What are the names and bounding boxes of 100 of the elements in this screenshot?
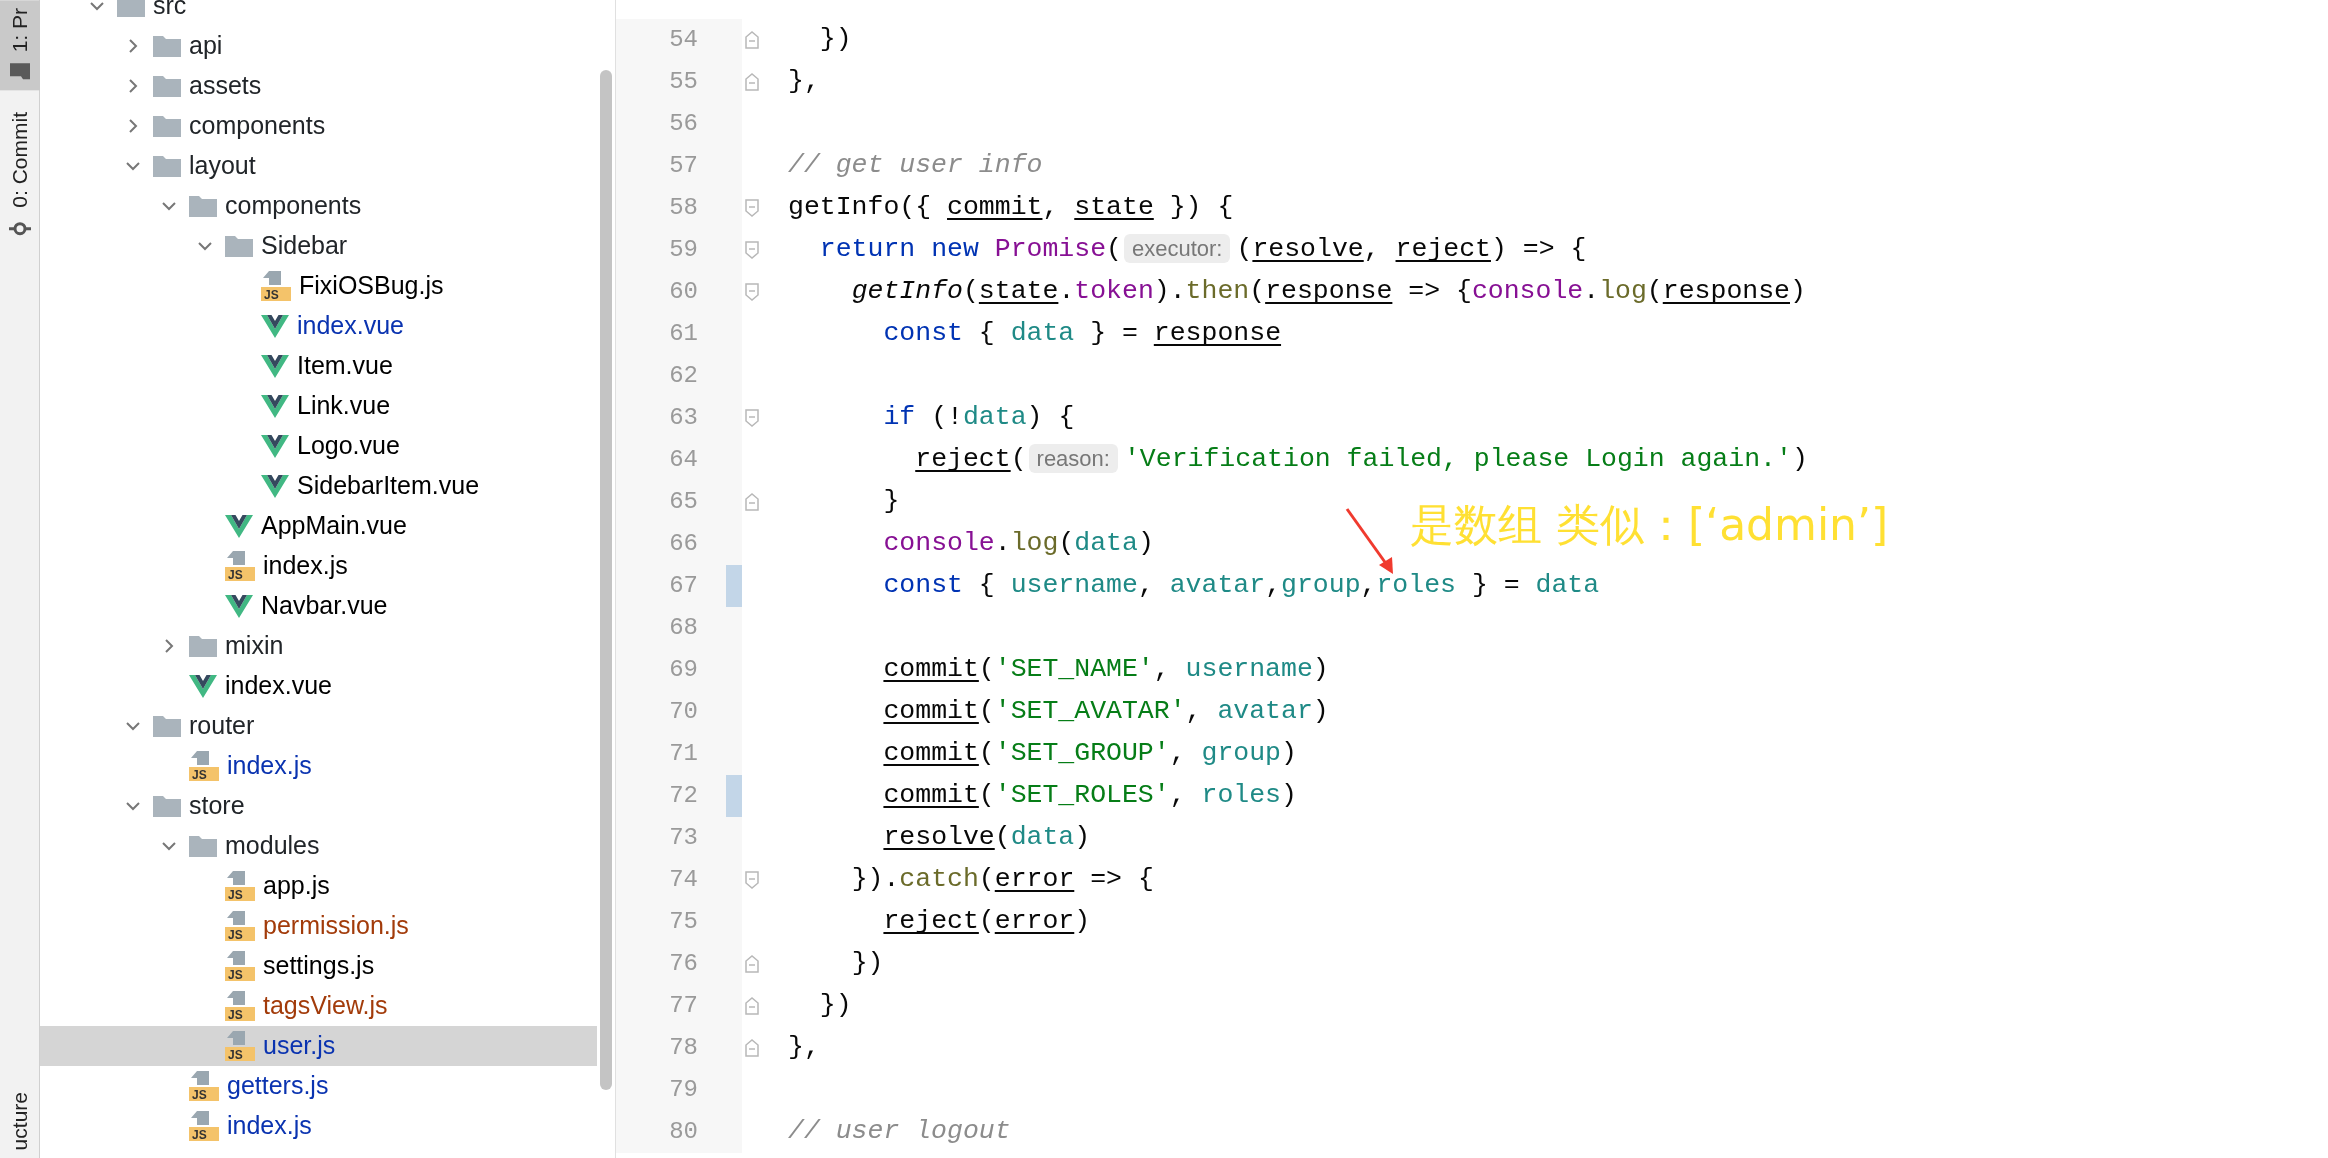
fold-marker-icon[interactable] [745,871,759,889]
line-number: 55 [668,67,698,97]
folder-icon [153,154,181,178]
tree-item[interactable]: JS user.js [40,1026,597,1066]
tree-item[interactable]: assets [40,66,597,106]
code-line: if (!data) { [882,401,1075,435]
code-line: reject(error) [882,905,1091,939]
tree-item[interactable]: index.vue [40,666,597,706]
line-number: 68 [668,613,698,643]
folder-icon [153,794,181,818]
tree-item[interactable]: JS index.js [40,1106,597,1146]
code-line: // user logout [788,1115,1011,1149]
code-line: // get user info [788,149,1043,183]
fold-marker-icon[interactable] [745,997,759,1015]
tree-item[interactable]: Sidebar [40,226,597,266]
code-line: } [882,485,900,519]
line-number: 72 [668,781,698,811]
fold-marker-icon[interactable] [745,493,759,511]
tree-item[interactable]: SidebarItem.vue [40,466,597,506]
parameter-hint: reason: [1028,444,1118,474]
code-line: commit('SET_GROUP', group) [882,737,1297,771]
code-line: }, [788,1031,820,1065]
tree-item[interactable]: modules [40,826,597,866]
tree-item[interactable]: index.vue [40,306,597,346]
line-number: 76 [668,949,698,979]
line-number: 74 [668,865,698,895]
tree-item[interactable]: Item.vue [40,346,597,386]
vue-file-icon [261,394,289,418]
tree-item[interactable]: router [40,706,597,746]
folder-icon [189,194,217,218]
annotation-text: 是数组 类似：[‘admin’] [1410,498,1889,552]
code-line: resolve(data) [882,821,1091,855]
tree-item[interactable]: JS tagsView.js [40,986,597,1026]
code-line: getInfo(state.token).then(response => {console.log(response) [850,275,1806,309]
line-number: 59 [668,235,698,265]
line-number: 58 [668,193,698,223]
line-number: 71 [668,739,698,769]
change-marker[interactable] [726,775,742,817]
line-number: 78 [668,1033,698,1063]
code-line: const { username, avatar,group,roles } = data [882,569,1600,603]
tree-item[interactable]: Link.vue [40,386,597,426]
tool-window-tab[interactable]: 0: Commit [0,104,40,249]
line-number: 77 [668,991,698,1021]
tree-item[interactable]: JS index.js [40,746,597,786]
tree-item[interactable]: JS settings.js [40,946,597,986]
tree-item[interactable]: src [40,0,597,26]
code-line: const { data } = response [882,317,1282,351]
line-number: 57 [668,151,698,181]
line-number: 67 [668,571,698,601]
fold-marker-icon[interactable] [745,241,759,259]
folder-icon [189,634,217,658]
tree-item[interactable]: JS app.js [40,866,597,906]
fold-marker-icon[interactable] [745,73,759,91]
code-line: }, [788,65,820,99]
fold-marker-icon[interactable] [745,283,759,301]
vue-file-icon [189,674,217,698]
tree-item[interactable]: components [40,106,597,146]
tool-window-tab[interactable]: ucture [0,1083,40,1158]
vue-file-icon [261,434,289,458]
fold-marker-icon[interactable] [745,1039,759,1057]
code-line: return new Promise( executor: (resolve, reject) => { [818,233,1587,267]
fold-marker-icon[interactable] [745,409,759,427]
folder-icon [225,234,253,258]
change-marker[interactable] [726,565,742,607]
parameter-hint: executor: [1124,234,1231,264]
fold-marker-icon[interactable] [745,955,759,973]
code-line: commit('SET_ROLES', roles) [882,779,1297,813]
tree-item[interactable]: components [40,186,597,226]
tree-item[interactable]: mixin [40,626,597,666]
tree-item[interactable]: JS permission.js [40,906,597,946]
tree-item[interactable]: JS getters.js [40,1066,597,1106]
vue-file-icon [225,594,253,618]
tree-item[interactable]: JS index.js [40,546,597,586]
tree-item[interactable]: layout [40,146,597,186]
code-line: }) [818,989,852,1023]
line-number: 54 [668,25,698,55]
tree-item[interactable]: AppMain.vue [40,506,597,546]
vue-file-icon [261,314,289,338]
tree-item[interactable]: Navbar.vue [40,586,597,626]
code-line: }) [818,23,852,57]
line-number: 65 [668,487,698,517]
tool-window-tab[interactable]: 1: Pr [0,0,40,91]
tree-item[interactable]: Logo.vue [40,426,597,466]
line-number: 56 [668,109,698,139]
fold-marker-icon[interactable] [745,199,759,217]
line-number: 75 [668,907,698,937]
code-line: getInfo({ commit, state }) { [788,191,1234,225]
folder-icon [117,0,145,18]
folder-icon [153,714,181,738]
tree-item[interactable]: api [40,26,597,66]
line-number: 79 [668,1075,698,1105]
line-number: 73 [668,823,698,853]
tree-item[interactable]: JS FixiOSBug.js [40,266,597,306]
line-number: 64 [668,445,698,475]
folder-icon [189,834,217,858]
scrollbar-thumb[interactable] [600,70,612,1090]
line-number: 66 [668,529,698,559]
tree-item[interactable]: store [40,786,597,826]
vue-file-icon [261,354,289,378]
fold-marker-icon[interactable] [745,31,759,49]
